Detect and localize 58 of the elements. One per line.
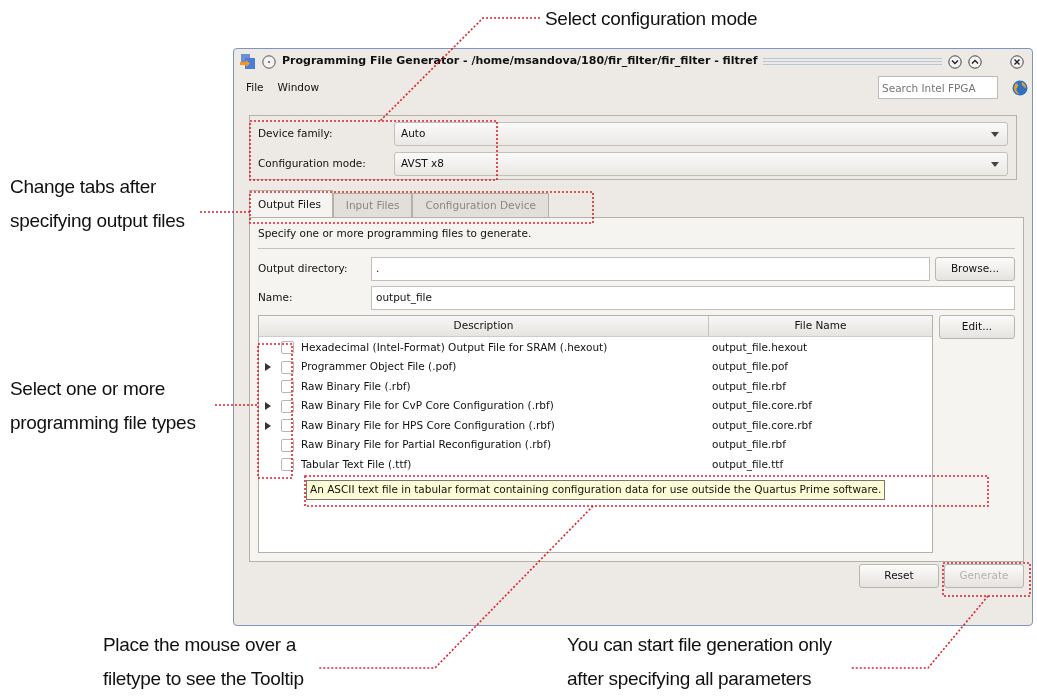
leader-line bbox=[214, 404, 259, 406]
column-header[interactable]: Description bbox=[259, 315, 709, 336]
leader-line bbox=[199, 211, 251, 213]
tooltip: An ASCII text file in tabular format containing configuration data for use outside the Quartus Prime software. bbox=[306, 480, 886, 500]
callout-text: Select configuration mode bbox=[545, 7, 758, 31]
window-title: Programming File Generator - /home/msandova/180/fir_filter/fir_filter - filtref bbox=[282, 53, 758, 70]
globe-icon[interactable] bbox=[1012, 79, 1028, 96]
instruction-text: Specify one or more programming files to generate. bbox=[258, 226, 533, 241]
file-type-label[interactable]: Hexadecimal (Intel-Format) Output File for SRAM (.hexout) bbox=[301, 339, 712, 356]
file-type-label[interactable]: Tabular Text File (.ttf) bbox=[301, 456, 712, 473]
checkbox[interactable] bbox=[281, 458, 294, 471]
checkbox[interactable] bbox=[281, 399, 294, 413]
file-name: output_file.hexout bbox=[712, 339, 808, 356]
output-directory-field[interactable]: . bbox=[371, 256, 930, 281]
expand-arrow-icon[interactable] bbox=[265, 402, 271, 410]
menu-item[interactable]: File bbox=[246, 79, 264, 96]
field-label: Name: bbox=[258, 289, 294, 305]
app-icon bbox=[240, 54, 256, 69]
file-name: output_file.rbf bbox=[712, 378, 786, 395]
dropdown[interactable]: Auto bbox=[394, 122, 1008, 146]
dropdown-caret-icon bbox=[991, 131, 999, 137]
field-label: Output directory: bbox=[258, 260, 349, 276]
file-name: output_file.rbf bbox=[712, 437, 786, 453]
callout-text: Select one or more programming file types bbox=[10, 377, 197, 435]
menu-item[interactable]: Window bbox=[277, 79, 319, 96]
file-type-label[interactable]: Raw Binary File (.rbf) bbox=[301, 378, 712, 395]
file-name: output_file.core.rbf bbox=[712, 417, 812, 434]
checkbox[interactable] bbox=[281, 438, 294, 452]
search-field[interactable]: Search Intel FPGA bbox=[878, 76, 998, 99]
tab[interactable]: Output Files bbox=[249, 190, 333, 217]
callout-text: You can start file generation only after specifying all parameters bbox=[567, 633, 833, 691]
file-name: output_file.core.rbf bbox=[712, 398, 812, 414]
callout-text: Change tabs after specifying output files bbox=[10, 175, 186, 233]
expand-arrow-icon[interactable] bbox=[265, 363, 271, 371]
field-label: Configuration mode: bbox=[258, 156, 367, 172]
file-type-label[interactable]: Raw Binary File for Partial Reconfiguration (.rbf) bbox=[301, 437, 712, 453]
checkbox[interactable] bbox=[281, 360, 294, 374]
file-type-label[interactable]: Raw Binary File for CvP Core Configuration (.rbf) bbox=[301, 398, 712, 414]
dropdown-caret-icon bbox=[991, 161, 999, 167]
reset-button[interactable]: Reset bbox=[859, 564, 939, 588]
maximize-icon[interactable] bbox=[968, 54, 982, 69]
dropdown[interactable]: AVST x8 bbox=[394, 152, 1008, 176]
file-name: output_file.pof bbox=[712, 359, 788, 375]
file-type-label[interactable]: Programmer Object File (.pof) bbox=[301, 359, 712, 375]
file-type-label[interactable]: Raw Binary File for HPS Core Configuration (.rbf) bbox=[301, 417, 712, 434]
name-field[interactable]: output_file bbox=[371, 285, 1015, 310]
minimize-icon[interactable] bbox=[948, 54, 962, 69]
callout-text: Place the mouse over a filetype to see the Tooltip bbox=[103, 633, 305, 691]
expand-arrow-icon[interactable] bbox=[265, 421, 271, 430]
file-name: output_file.ttf bbox=[712, 456, 784, 473]
browse-button[interactable]: Browse... bbox=[935, 256, 1015, 281]
column-header[interactable]: File Name bbox=[709, 315, 932, 336]
close-icon[interactable] bbox=[1010, 54, 1024, 69]
menu-circle-icon[interactable] bbox=[262, 54, 276, 69]
field-label: Device family: bbox=[258, 126, 334, 142]
checkbox[interactable] bbox=[281, 419, 294, 432]
checkbox[interactable] bbox=[281, 380, 294, 393]
edit-button[interactable]: Edit... bbox=[939, 314, 1015, 339]
